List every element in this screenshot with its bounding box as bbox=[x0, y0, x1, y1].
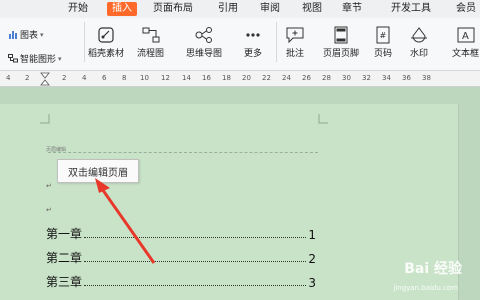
annotation-arrow bbox=[95, 178, 156, 264]
watermark-text: Bai 经验 bbox=[404, 261, 462, 277]
watermark-subtext: jingyan.baidu.com bbox=[393, 284, 458, 292]
